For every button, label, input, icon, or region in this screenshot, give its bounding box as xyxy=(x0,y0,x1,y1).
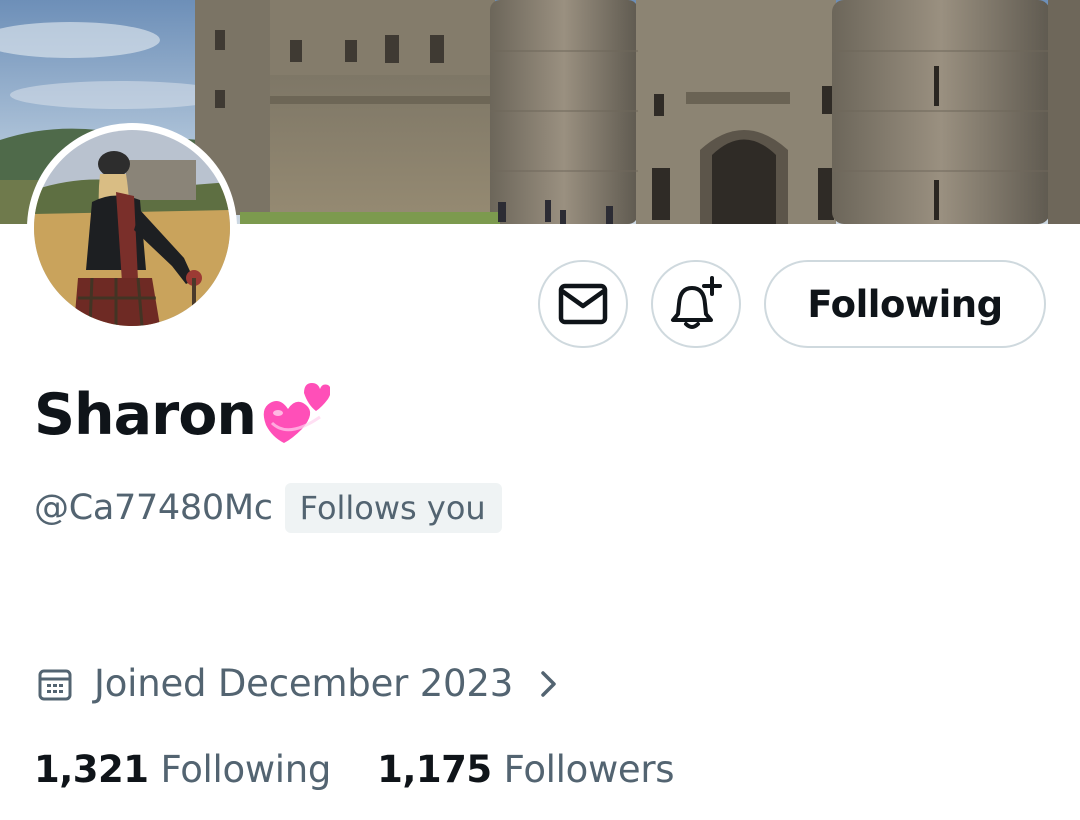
notify-button[interactable] xyxy=(651,260,741,348)
envelope-icon xyxy=(558,283,608,325)
handle-row: @Ca77480Mc Follows you xyxy=(34,483,502,533)
follow-stats: 1,321 Following 1,175 Followers xyxy=(34,748,675,791)
following-stat-link[interactable]: 1,321 Following xyxy=(34,748,331,791)
profile-avatar[interactable] xyxy=(27,123,237,333)
message-button[interactable] xyxy=(538,260,628,348)
chevron-right-icon xyxy=(541,670,556,697)
bell-plus-icon xyxy=(671,276,722,329)
joined-date-row[interactable]: Joined December 2023 xyxy=(38,662,559,705)
joined-date-text: Joined December 2023 xyxy=(94,662,514,705)
following-count: 1,321 xyxy=(34,748,149,791)
followers-count: 1,175 xyxy=(377,748,492,791)
following-button-label: Following xyxy=(807,282,1003,326)
display-name: Sharon xyxy=(34,382,330,448)
user-handle: @Ca77480Mc xyxy=(34,488,273,528)
following-label: Following xyxy=(160,748,332,791)
follows-you-badge: Follows you xyxy=(284,483,502,533)
calendar-icon xyxy=(38,669,72,700)
followers-label: Followers xyxy=(503,748,675,791)
revolving-hearts-icon xyxy=(263,383,330,443)
following-button[interactable]: Following xyxy=(764,260,1046,348)
display-name-text: Sharon xyxy=(34,382,257,448)
followers-stat-link[interactable]: 1,175 Followers xyxy=(377,748,674,791)
